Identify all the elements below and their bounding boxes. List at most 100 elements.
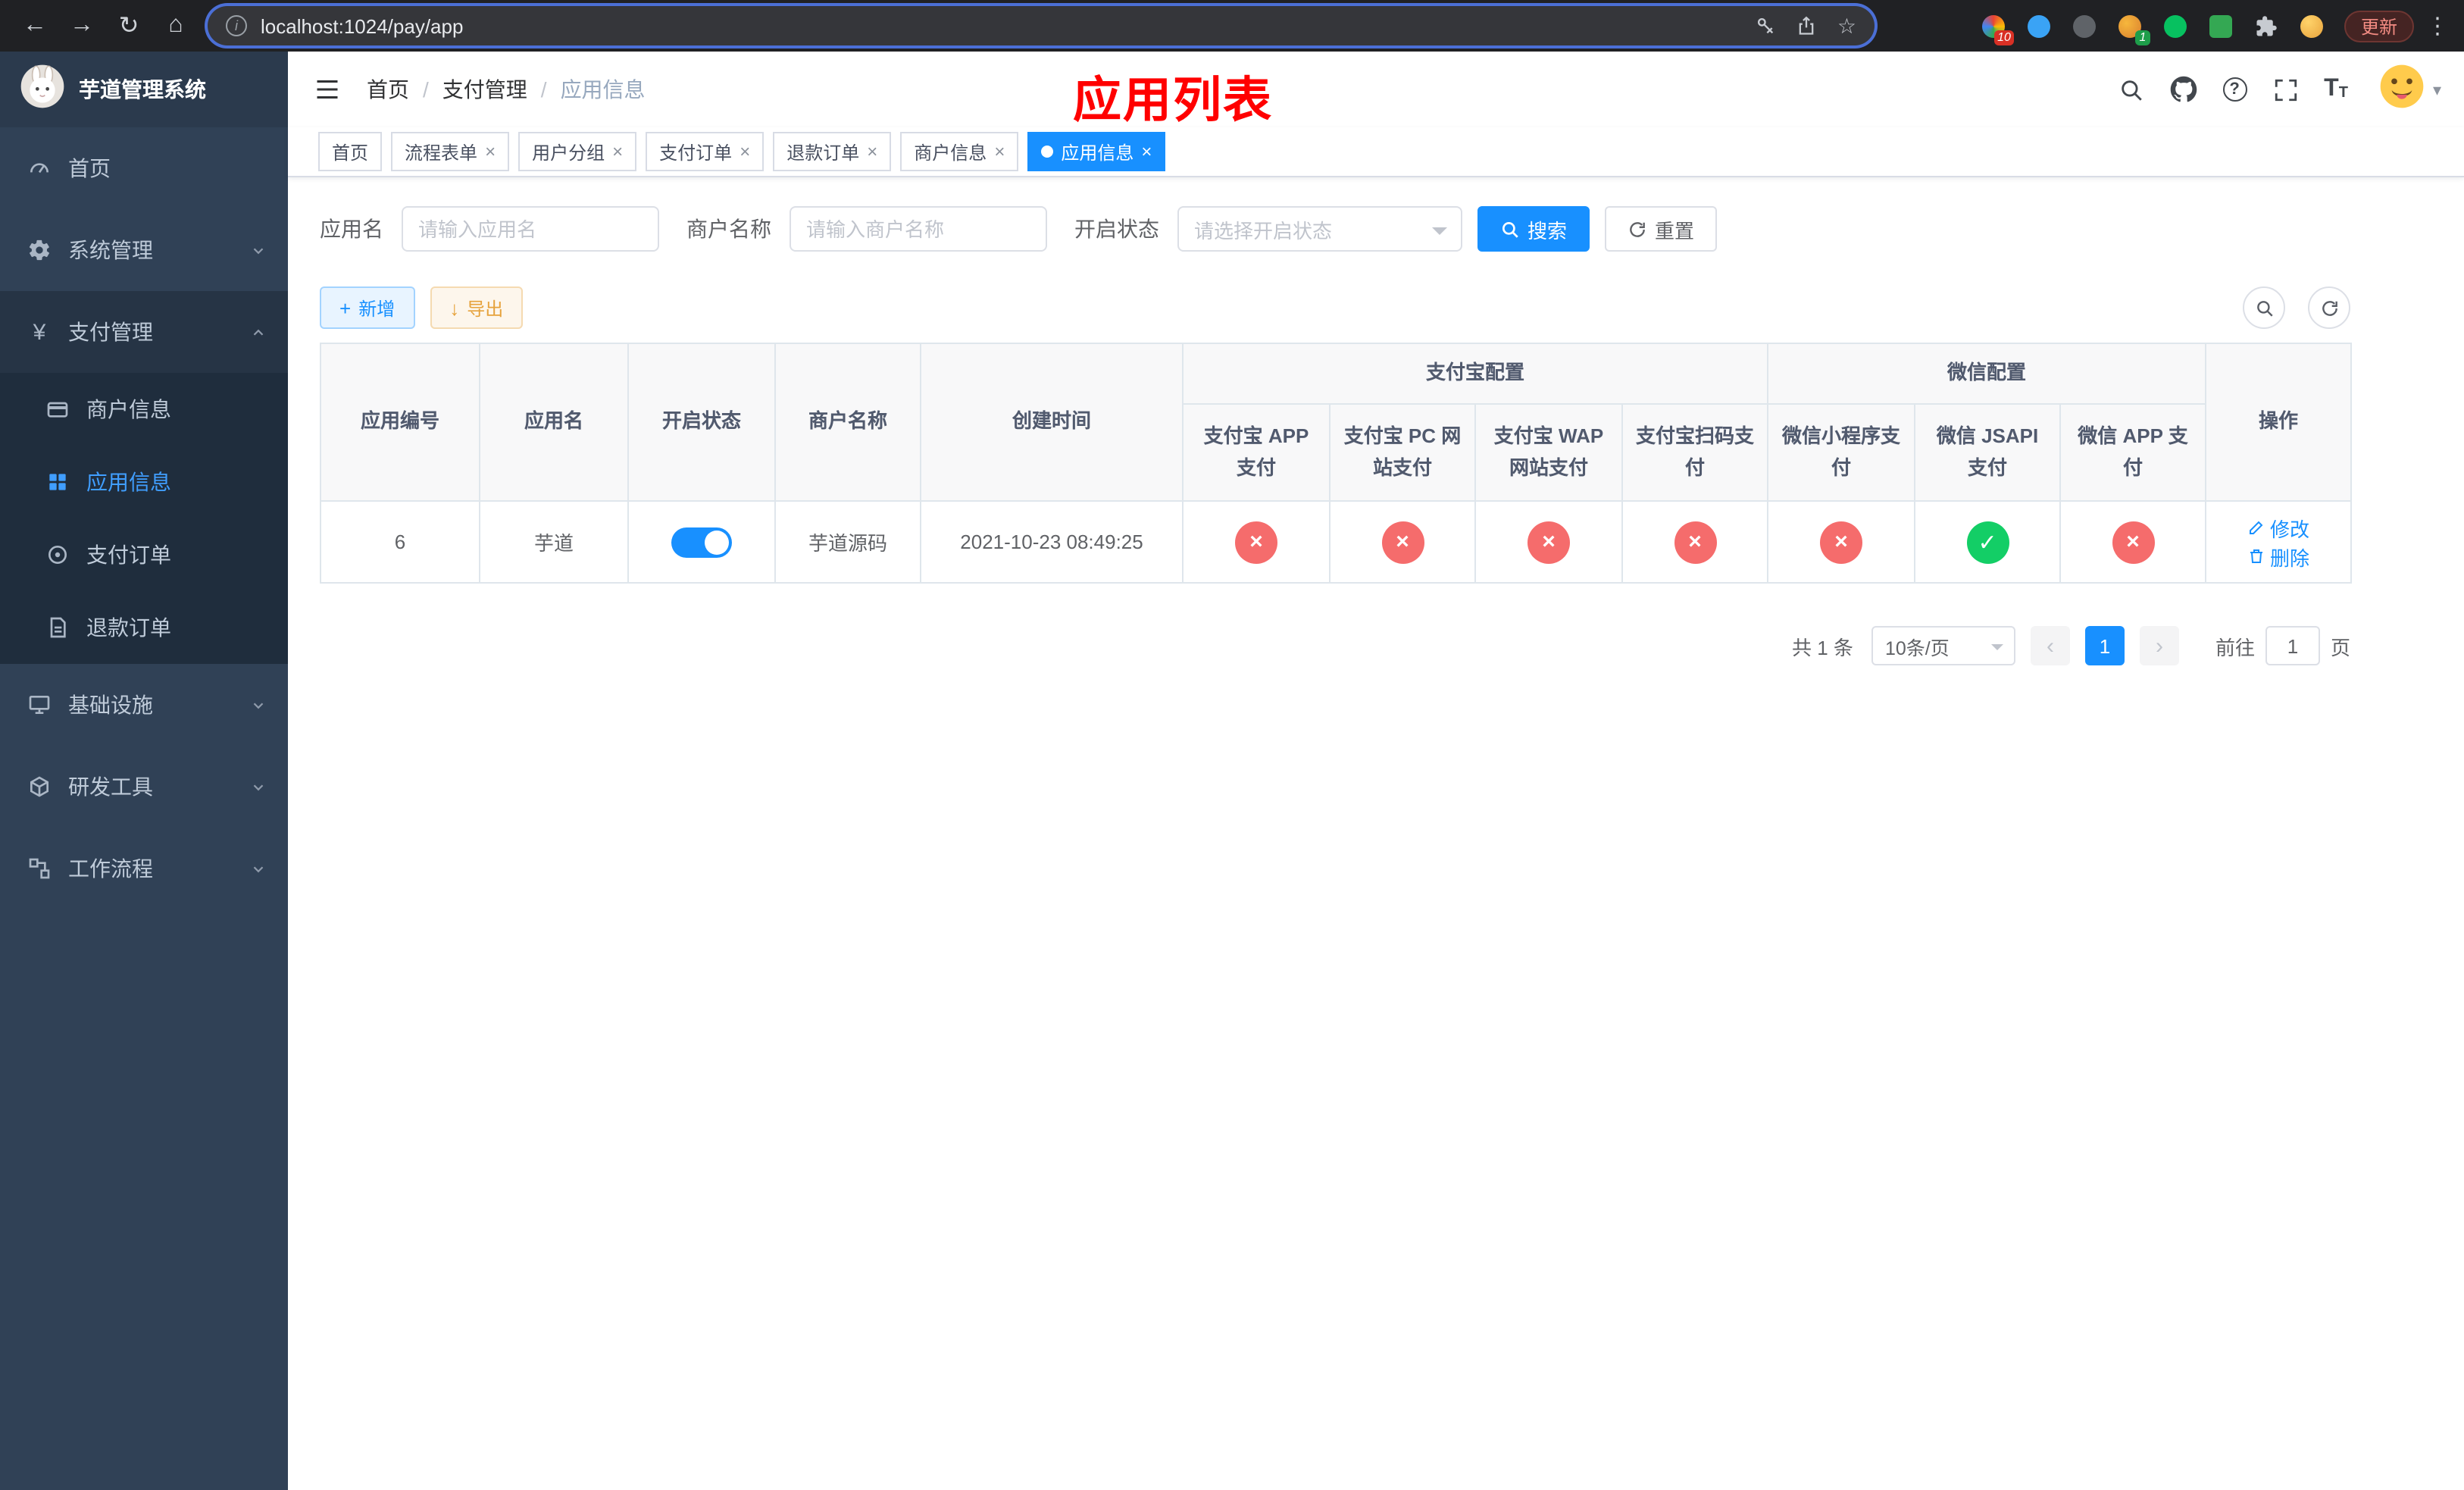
status-cross-icon: × bbox=[2112, 521, 2155, 563]
status-cross-icon: × bbox=[1381, 521, 1424, 563]
tab-close-icon[interactable]: × bbox=[740, 142, 750, 161]
dashboard-icon bbox=[27, 156, 52, 180]
status-select[interactable]: 请选择开启状态 bbox=[1177, 206, 1462, 252]
browser-profile-avatar[interactable] bbox=[2299, 13, 2325, 39]
edit-label: 修改 bbox=[2270, 518, 2310, 540]
page-size-select[interactable]: 10条/页 bbox=[1871, 626, 2015, 665]
cell-status bbox=[627, 500, 776, 584]
extension-icon-colorful[interactable]: 10 bbox=[1981, 13, 2014, 45]
status-label: 开启状态 bbox=[1074, 217, 1159, 241]
sidebar-item-refund-order[interactable]: 退款订单 bbox=[0, 591, 288, 664]
column-header-alipay-app: 支付宝 APP 支付 bbox=[1182, 403, 1330, 502]
tab-app-info[interactable]: 应用信息 × bbox=[1027, 132, 1166, 171]
export-button[interactable]: ↓ 导出 bbox=[430, 286, 524, 329]
search-icon[interactable] bbox=[2118, 77, 2143, 102]
extensions-puzzle-icon[interactable] bbox=[2253, 13, 2279, 39]
page-size-value: 10条/页 bbox=[1884, 637, 1950, 659]
browser-menu-icon[interactable]: ⋮ bbox=[2426, 12, 2449, 39]
grid-icon bbox=[45, 470, 70, 494]
tab-close-icon[interactable]: × bbox=[485, 142, 496, 161]
cell-wechat-jsapi: ✓ bbox=[1914, 500, 2062, 584]
app-frame: 芋道管理系统 首页 系统管理 ¥ 支付管理 商户信息 应用信息 支付订单 退款订… bbox=[0, 52, 2464, 1490]
tab-process-form[interactable]: 流程表单 × bbox=[391, 132, 510, 171]
toggle-knob bbox=[705, 530, 729, 554]
status-select-placeholder: 请选择开启状态 bbox=[1194, 219, 1333, 242]
browser-back-button[interactable]: ← bbox=[15, 6, 55, 45]
sidebar-item-workflow[interactable]: 工作流程 bbox=[0, 828, 288, 909]
sidebar-item-payment[interactable]: ¥ 支付管理 bbox=[0, 291, 288, 373]
menu-label: 商户信息 bbox=[86, 397, 171, 421]
page-1-button[interactable]: 1 bbox=[2084, 626, 2125, 665]
column-header-alipay-wap: 支付宝 WAP 网站支付 bbox=[1474, 403, 1623, 502]
add-button[interactable]: + 新增 bbox=[320, 286, 415, 329]
app-title: 芋道管理系统 bbox=[79, 77, 206, 102]
tab-close-icon[interactable]: × bbox=[994, 142, 1005, 161]
menu-label: 支付订单 bbox=[86, 543, 171, 567]
tab-label: 支付订单 bbox=[659, 142, 733, 163]
column-header-status: 开启状态 bbox=[627, 343, 776, 502]
password-key-icon[interactable] bbox=[1756, 15, 1777, 36]
extension-badge: 10 bbox=[1994, 30, 2014, 45]
browser-home-button[interactable]: ⌂ bbox=[156, 6, 195, 45]
sidebar-item-merchant-info[interactable]: 商户信息 bbox=[0, 373, 288, 446]
help-icon[interactable]: ? bbox=[2222, 77, 2247, 102]
tab-close-icon[interactable]: × bbox=[1141, 142, 1152, 161]
tab-close-icon[interactable]: × bbox=[612, 142, 623, 161]
monitor-icon bbox=[27, 693, 52, 717]
sidebar-logo[interactable]: 芋道管理系统 bbox=[0, 52, 288, 127]
refresh-button[interactable] bbox=[2308, 286, 2350, 329]
sidebar-item-app-info[interactable]: 应用信息 bbox=[0, 446, 288, 518]
sidebar-item-infrastructure[interactable]: 基础设施 bbox=[0, 664, 288, 746]
reset-button[interactable]: 重置 bbox=[1605, 206, 1718, 252]
user-menu[interactable]: ▾ bbox=[2380, 63, 2441, 116]
column-header-created: 创建时间 bbox=[920, 343, 1184, 502]
chevron-down-icon bbox=[1990, 644, 2003, 650]
sidebar-fold-button[interactable] bbox=[311, 73, 344, 106]
sidebar-item-dev-tools[interactable]: 研发工具 bbox=[0, 746, 288, 828]
search-button[interactable]: 搜索 bbox=[1477, 206, 1590, 252]
browser-forward-button[interactable]: → bbox=[62, 6, 102, 45]
url-text: localhost:1024/pay/app bbox=[261, 14, 464, 37]
chevron-down-icon bbox=[1432, 227, 1447, 235]
row-status-toggle[interactable] bbox=[671, 527, 732, 557]
column-header-alipay-pc: 支付宝 PC 网站支付 bbox=[1329, 403, 1476, 502]
edit-button[interactable]: 修改 bbox=[2247, 513, 2309, 542]
tab-pay-order[interactable]: 支付订单 × bbox=[646, 132, 765, 171]
fullscreen-icon[interactable] bbox=[2272, 77, 2298, 102]
browser-reload-button[interactable]: ↻ bbox=[109, 6, 149, 45]
cell-wechat-lite: × bbox=[1767, 500, 1916, 584]
address-bar[interactable]: i localhost:1024/pay/app ☆ bbox=[208, 6, 1875, 45]
goto-page-input[interactable] bbox=[2265, 626, 2320, 665]
github-icon[interactable] bbox=[2169, 76, 2197, 103]
app-name-input[interactable] bbox=[402, 206, 659, 252]
browser-update-button[interactable]: 更新 bbox=[2344, 10, 2414, 42]
chevron-down-icon bbox=[250, 242, 267, 258]
sidebar-item-system[interactable]: 系统管理 bbox=[0, 209, 288, 291]
tab-user-group[interactable]: 用户分组 × bbox=[518, 132, 637, 171]
sidebar-item-pay-order[interactable]: 支付订单 bbox=[0, 518, 288, 591]
bookmark-star-icon[interactable]: ☆ bbox=[1837, 15, 1856, 36]
next-page-button[interactable]: › bbox=[2139, 626, 2179, 665]
extension-icon-green[interactable] bbox=[2162, 13, 2188, 39]
extension-icon-book[interactable] bbox=[2208, 13, 2234, 39]
tab-refund-order[interactable]: 退款订单 × bbox=[773, 132, 892, 171]
font-size-icon[interactable] bbox=[2324, 76, 2348, 103]
page-unit-label: 页 bbox=[2330, 636, 2350, 659]
toggle-search-button[interactable] bbox=[2243, 286, 2285, 329]
share-icon[interactable] bbox=[1796, 15, 1818, 36]
tab-home[interactable]: 首页 bbox=[318, 132, 383, 171]
extension-icon-blue[interactable] bbox=[2026, 13, 2052, 39]
chevron-up-icon bbox=[250, 324, 267, 340]
extension-icon-avatar[interactable]: 1 bbox=[2117, 13, 2150, 45]
pay-order-icon bbox=[45, 543, 70, 567]
sidebar-item-home[interactable]: 首页 bbox=[0, 127, 288, 209]
tab-close-icon[interactable]: × bbox=[867, 142, 877, 161]
menu-label: 工作流程 bbox=[68, 856, 153, 881]
merchant-name-input[interactable] bbox=[790, 206, 1047, 252]
tab-merchant-info[interactable]: 商户信息 × bbox=[900, 132, 1019, 171]
site-info-icon[interactable]: i bbox=[226, 15, 247, 36]
breadcrumb-home[interactable]: 首页 bbox=[367, 74, 409, 105]
prev-page-button[interactable]: ‹ bbox=[2030, 626, 2070, 665]
delete-button[interactable]: 删除 bbox=[2247, 542, 2309, 571]
extension-icon-dark[interactable] bbox=[2072, 13, 2097, 39]
